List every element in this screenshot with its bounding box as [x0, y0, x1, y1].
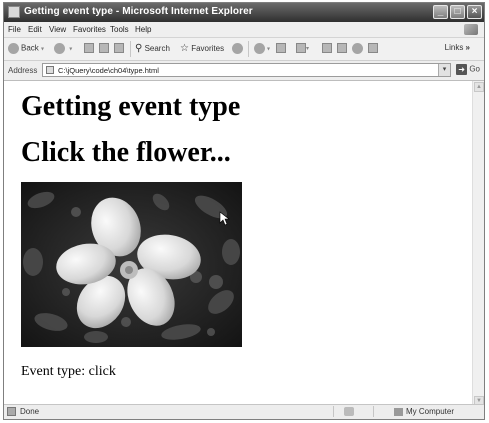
status-bar: Done My Computer: [4, 404, 484, 419]
minimize-button[interactable]: _: [433, 5, 448, 19]
ie-app-icon: [8, 6, 20, 18]
browser-window: Getting event type - Microsoft Internet …: [3, 2, 485, 420]
print-icon: [296, 43, 306, 53]
forward-arrow-icon: [54, 43, 65, 54]
print-button[interactable]: ▾: [296, 43, 309, 53]
flower-image[interactable]: [21, 182, 242, 347]
home-button[interactable]: [114, 43, 124, 53]
home-icon: [114, 43, 124, 53]
messenger-icon: [352, 43, 363, 54]
edit-icon: [322, 43, 332, 53]
links-label: Links: [444, 43, 464, 52]
window-title: Getting event type - Microsoft Internet …: [24, 6, 253, 17]
zone-label: My Computer: [405, 407, 454, 416]
page-heading-title: Getting event type: [21, 91, 241, 122]
status-divider: [373, 406, 374, 417]
history-button[interactable]: ▾: [254, 43, 270, 54]
back-arrow-icon: [8, 43, 19, 54]
address-label: Address: [8, 66, 38, 75]
research-button[interactable]: [368, 43, 378, 53]
scroll-up-icon[interactable]: ▲: [474, 82, 484, 92]
windows-logo-icon: [464, 24, 478, 35]
title-bar: Getting event type - Microsoft Internet …: [4, 3, 484, 22]
security-zone-icon: [344, 407, 354, 416]
address-dropdown-icon[interactable]: ▾: [438, 64, 450, 76]
refresh-icon: [99, 43, 109, 53]
stop-button[interactable]: [84, 43, 94, 53]
links-overflow-icon: »: [463, 43, 470, 52]
menu-view[interactable]: View: [49, 25, 66, 34]
back-label: Back: [21, 43, 39, 53]
close-button[interactable]: ×: [467, 5, 482, 19]
research-icon: [368, 43, 378, 53]
mail-icon: [276, 43, 286, 53]
stop-icon: [84, 43, 94, 53]
discuss-icon: [337, 43, 347, 53]
maximize-button[interactable]: □: [450, 5, 465, 19]
menu-edit[interactable]: Edit: [28, 25, 42, 34]
menu-bar: File Edit View Favorites Tools Help: [4, 22, 484, 38]
address-field[interactable]: C:\jQuery\code\ch04\type.html ▾: [42, 63, 451, 77]
menu-favorites[interactable]: Favorites: [73, 25, 106, 34]
favorites-button[interactable]: ☆ Favorites: [180, 43, 224, 54]
event-type-output: Event type: click: [21, 364, 116, 379]
standard-toolbar: Back ▾ ▾ ⚲ Search ☆ Favorites ▾ ▾ Links …: [4, 38, 484, 61]
messenger-button[interactable]: [352, 43, 365, 54]
history-icon: [254, 43, 265, 54]
my-computer-icon: [393, 407, 403, 416]
menu-tools[interactable]: Tools: [110, 25, 129, 34]
status-divider: [333, 406, 334, 417]
toolbar-separator: [248, 41, 249, 57]
vertical-scrollbar[interactable]: ▲ ▼: [472, 81, 484, 407]
favorites-star-icon: ☆: [180, 43, 189, 54]
print-dropdown-icon: ▾: [306, 46, 310, 53]
address-bar: Address C:\jQuery\code\ch04\type.html ▾ …: [4, 61, 484, 81]
forward-button[interactable]: ▾: [54, 43, 72, 54]
search-button[interactable]: ⚲ Search: [135, 43, 170, 54]
discuss-button[interactable]: [337, 43, 347, 53]
menu-help[interactable]: Help: [135, 25, 151, 34]
back-dropdown-icon: ▾: [41, 46, 45, 53]
go-button[interactable]: ➜ Go: [456, 64, 480, 75]
page-icon: [46, 66, 54, 74]
toolbar-separator: [130, 41, 131, 57]
address-url: C:\jQuery\code\ch04\type.html: [58, 66, 159, 75]
go-arrow-icon: ➜: [456, 64, 468, 75]
go-label: Go: [469, 64, 480, 74]
search-label: Search: [144, 44, 170, 53]
media-icon: [232, 43, 243, 54]
page-content: Getting event type Click the flower... E…: [4, 81, 474, 407]
refresh-button[interactable]: [99, 43, 109, 53]
back-button[interactable]: Back ▾: [8, 43, 44, 54]
favorites-label: Favorites: [191, 44, 225, 53]
menu-file[interactable]: File: [8, 25, 21, 34]
page-heading-instruction: Click the flower...: [21, 137, 231, 168]
history-dropdown-icon: ▾: [267, 46, 271, 53]
media-button[interactable]: [232, 43, 245, 54]
edit-button[interactable]: [322, 43, 332, 53]
search-icon: ⚲: [135, 43, 143, 54]
page-status-icon: [7, 407, 16, 416]
links-button[interactable]: Links »: [445, 43, 470, 52]
mail-button[interactable]: [276, 43, 286, 53]
forward-dropdown-icon: ▾: [69, 46, 73, 53]
security-zone: My Computer: [393, 407, 454, 416]
status-text: Done: [20, 407, 40, 416]
